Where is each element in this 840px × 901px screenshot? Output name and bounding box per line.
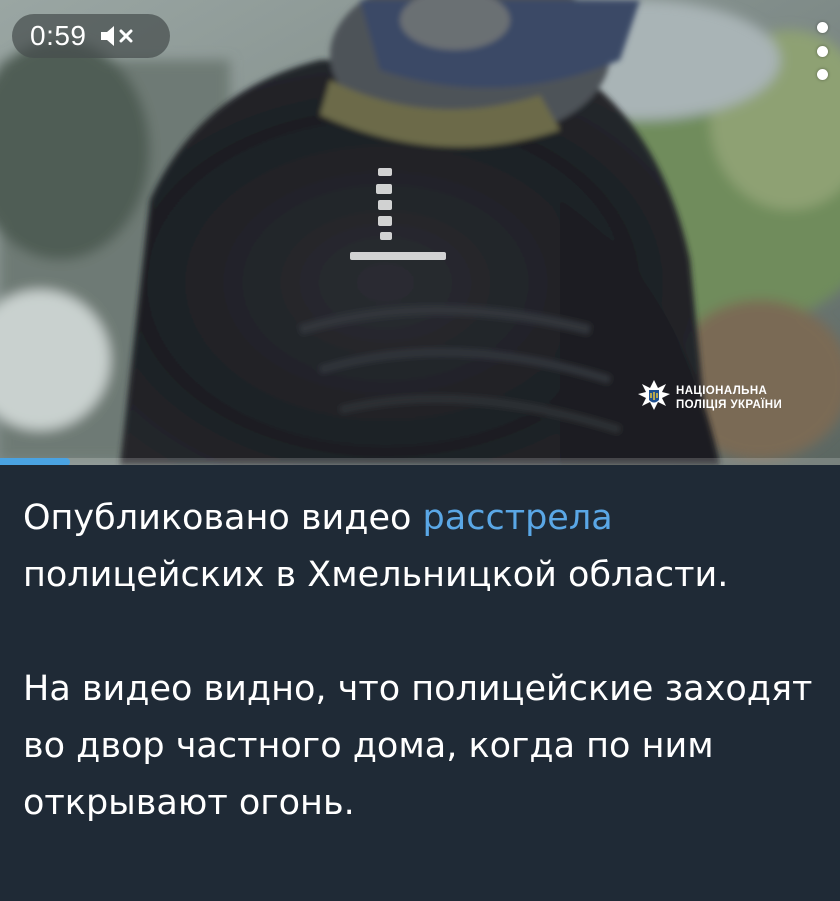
telegram-post: 0:59 НАЦІОНАЛЬНА ПОЛІЦІЯ УКРАЇНИ Опублик… [0, 0, 840, 901]
watermark: НАЦІОНАЛЬНА ПОЛІЦІЯ УКРАЇНИ [638, 380, 782, 416]
more-vertical-icon[interactable] [808, 22, 836, 80]
paragraph-1-end: полицейских в Хмельницкой области. [23, 555, 729, 595]
video-player[interactable]: 0:59 НАЦІОНАЛЬНА ПОЛІЦІЯ УКРАЇНИ [0, 0, 840, 465]
video-progress-fill [0, 458, 70, 465]
message-text: Опубликовано видео расстрела полицейских… [23, 490, 823, 832]
volume-muted-icon[interactable] [99, 23, 137, 49]
video-time: 0:59 [30, 20, 87, 51]
video-progress-bar[interactable] [0, 458, 840, 465]
watermark-line-2: ПОЛІЦІЯ УКРАЇНИ [676, 399, 783, 411]
watermark-line-1: НАЦІОНАЛЬНА [676, 385, 768, 397]
video-timer-pill[interactable]: 0:59 [12, 14, 170, 58]
message-paragraph-1: Опубликовано видео расстрела полицейских… [23, 490, 823, 604]
police-emblem-icon [638, 380, 670, 410]
hashtag-link[interactable]: расстрела [423, 498, 613, 538]
paragraph-1-start: Опубликовано видео [23, 498, 423, 538]
message-paragraph-2: На видео видно, что полицейские заходят … [23, 669, 813, 823]
